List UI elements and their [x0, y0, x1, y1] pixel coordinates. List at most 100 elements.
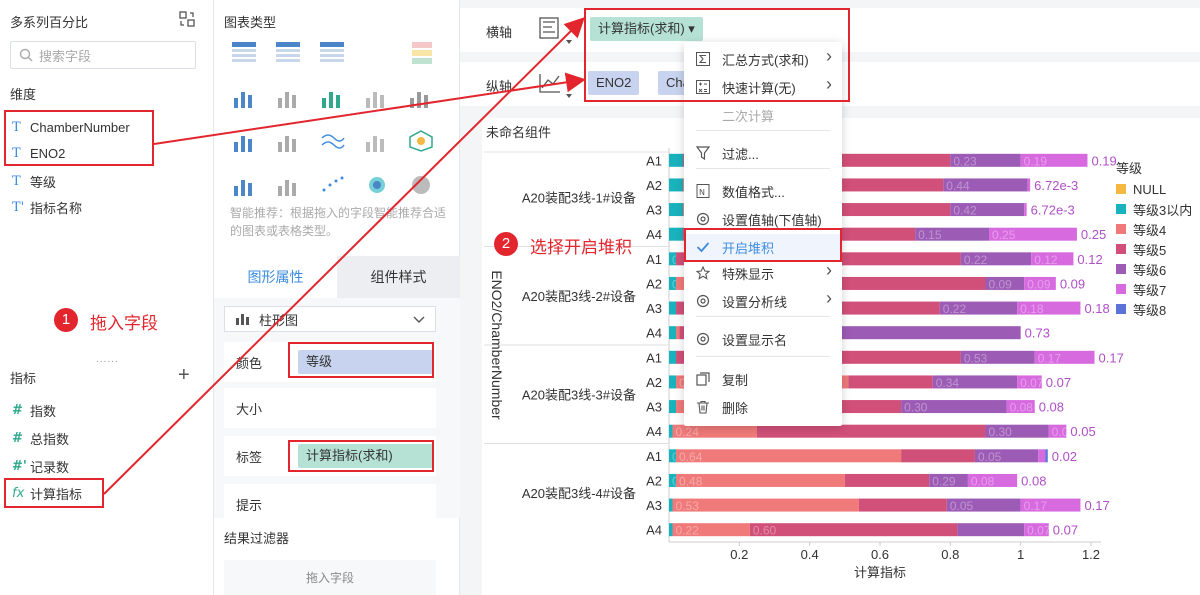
legend-item[interactable]: 等级3以内	[1116, 200, 1192, 218]
legend-swatch	[1116, 204, 1126, 214]
menu-item[interactable]: 复制	[684, 366, 842, 392]
star-icon	[696, 266, 722, 280]
bar-segment	[669, 178, 684, 192]
legend-label: NULL	[1133, 181, 1167, 197]
category-row-label: A3	[646, 203, 662, 218]
menu-item[interactable]: N 数值格式...	[684, 178, 842, 204]
annotation-step-1-badge: 1	[54, 308, 78, 332]
legend-item[interactable]: 等级6	[1116, 260, 1166, 278]
legend-item[interactable]: 等级5	[1116, 240, 1166, 258]
bar-segment	[901, 449, 975, 463]
bar-end-label: 0.19	[1091, 153, 1116, 168]
menu-item[interactable]: 设置显示名	[684, 326, 842, 352]
x-axis-title: 计算指标	[854, 565, 906, 580]
bar-segment-label: 0.42	[953, 204, 977, 218]
bar-end-label: 0.07	[1046, 375, 1071, 390]
bar-segment	[858, 498, 947, 512]
chevron-right-icon: ›	[826, 260, 832, 280]
legend-swatch	[1116, 264, 1126, 274]
menu-item: 二次计算	[684, 102, 842, 128]
menu-separator	[696, 130, 830, 131]
menu-item-label: 删除	[722, 400, 749, 416]
number-format-icon: N	[696, 184, 722, 198]
bar-segment	[676, 326, 680, 340]
menu-item[interactable]: 设置分析线 ›	[684, 288, 842, 314]
x-tick-label: 1.2	[1082, 547, 1100, 562]
x-tick-label: 1	[1017, 547, 1024, 562]
menu-item[interactable]: 过滤...	[684, 140, 842, 166]
bar-segment	[669, 326, 677, 340]
bar-segment-label: 0.48	[679, 474, 703, 488]
bar-segment-label: 0.15	[918, 228, 942, 242]
annotation-step-2-text: 选择开启堆积	[530, 238, 632, 257]
legend-item[interactable]: NULL	[1116, 180, 1166, 198]
x-tick-label: 0.8	[941, 547, 959, 562]
category-row-label: A1	[646, 153, 662, 168]
bar-segment-label: 0.22	[943, 302, 967, 316]
bar-segment-label: 0.30	[989, 425, 1013, 439]
gear-icon	[696, 332, 722, 346]
bar-segment	[676, 449, 902, 463]
gear-icon	[696, 294, 722, 308]
bar-segment-label: 0.07	[1027, 524, 1051, 538]
bar-end-label: 0.08	[1039, 400, 1064, 415]
legend-item[interactable]: 等级4	[1116, 220, 1166, 238]
bar-segment-label: 0.24	[676, 425, 700, 439]
bar-segment-label: 0.25	[992, 228, 1016, 242]
menu-item[interactable]: 快速计算(无) ›	[684, 74, 842, 100]
field-context-menu: 汇总方式(求和) › 快速计算(无) › 二次计算 过滤... N 数值格式... 设置值轴(下…	[684, 42, 842, 426]
bar-segment-label: 0.44	[946, 179, 970, 193]
bar-end-label: 0.07	[1053, 523, 1078, 538]
menu-item-label: 设置显示名	[722, 332, 788, 348]
legend-item[interactable]: 等级7	[1116, 280, 1166, 298]
menu-item[interactable]: 删除	[684, 394, 842, 420]
menu-item[interactable]: 开启堆积	[684, 234, 842, 260]
bar-segment-label: 0.08	[1010, 401, 1034, 415]
legend-swatch	[1116, 244, 1126, 254]
legend-label: 等级8	[1133, 302, 1167, 318]
menu-item[interactable]: 设置值轴(下值轴)	[684, 206, 842, 232]
menu-item-label: 快速计算(无)	[722, 80, 796, 96]
bar-end-label: 0.17	[1099, 350, 1124, 365]
menu-separator	[696, 316, 830, 317]
bar-end-label: 0.08	[1021, 473, 1046, 488]
category-row-label: A1	[646, 252, 662, 267]
bar-segment-label: 0.22	[676, 524, 700, 538]
bar-segment-label: 0.29	[932, 474, 956, 488]
bar-segment-label: 0.64	[679, 450, 703, 464]
bar-segment	[756, 424, 986, 438]
bar-segment-label: 0.05	[978, 450, 1002, 464]
menu-item[interactable]: 汇总方式(求和) ›	[684, 46, 842, 72]
category-group-label: A20装配3线-4#设备	[522, 486, 636, 501]
bar-segment-label: 0.53	[964, 351, 988, 365]
menu-item-label: 数值格式...	[722, 184, 785, 200]
legend-label: 等级4	[1133, 222, 1167, 238]
svg-text:N: N	[699, 188, 705, 197]
bar-segment-label: 0.60	[753, 524, 777, 538]
stacked-bar-chart: A20装配3线-1#设备A10.550.230.190.19A20.446.72…	[484, 148, 1124, 580]
legend-title: 等级	[1116, 161, 1143, 176]
menu-item[interactable]: 特殊显示 ›	[684, 260, 842, 286]
x-tick-label: 0.6	[871, 547, 889, 562]
menu-item-label: 复制	[722, 372, 749, 388]
menu-item-label: 设置值轴(下值轴)	[722, 212, 822, 228]
x-tick-label: 0.2	[730, 547, 748, 562]
bar-segment-label: 0.08	[971, 474, 995, 488]
category-row-label: A2	[646, 178, 662, 193]
category-group-label: A20装配3线-1#设备	[522, 190, 636, 205]
gear-icon	[696, 212, 722, 226]
bar-segment-label: 0.17	[1038, 351, 1062, 365]
bar-segment-label: 0.09	[989, 277, 1013, 291]
category-group-label: A20装配3线-3#设备	[522, 387, 636, 402]
legend-item[interactable]: 等级8	[1116, 300, 1166, 318]
chevron-right-icon: ›	[826, 288, 832, 308]
bar-segment-label: 0.19	[1024, 154, 1048, 168]
bar-end-label: 0.73	[1025, 326, 1050, 341]
bar-segment-label: 0.53	[676, 499, 700, 513]
copy-icon	[696, 372, 722, 386]
bar-segment-label: 0.07	[1020, 376, 1044, 390]
category-row-label: A3	[646, 400, 662, 415]
bar-segment-label: 0.05	[950, 499, 974, 513]
bar-segment-label: 0.17	[1024, 499, 1048, 513]
menu-separator	[696, 356, 830, 357]
